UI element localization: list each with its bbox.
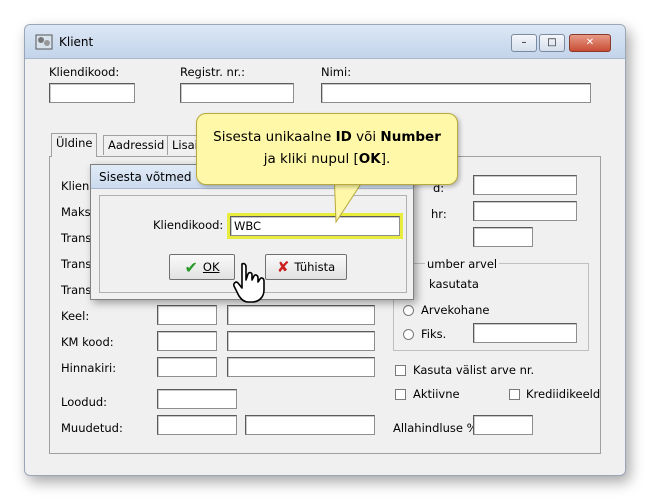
aktiivne-checkbox[interactable] [395, 389, 406, 400]
km-kood-field-2[interactable] [227, 331, 375, 351]
label-trans2: Trans [61, 257, 92, 271]
right-field-1[interactable] [473, 175, 577, 195]
maximize-button[interactable]: □ [539, 34, 565, 52]
kliendikood-field[interactable] [49, 83, 135, 103]
nimi-label: Nimi: [321, 65, 352, 79]
label-maks: Maks [61, 205, 91, 219]
label-klient: Klien [61, 179, 90, 193]
window-titlebar: Klient – □ ✕ [25, 25, 625, 59]
callout-text-3: ja kliki nupul [ [263, 151, 359, 167]
muudetud-field-1[interactable] [157, 415, 237, 435]
hinnakiri-field-2[interactable] [227, 357, 375, 377]
right-label-2: hr: [431, 207, 447, 221]
window-title: Klient [59, 35, 94, 49]
keel-field-1[interactable] [157, 305, 217, 325]
tuhista-button-label: Tühista [294, 260, 336, 274]
kliendikood-label: Kliendikood: [49, 65, 120, 79]
callout-id: ID [335, 129, 352, 145]
radio-arvekohane-label: Arvekohane [421, 303, 490, 317]
allahindluse-field[interactable] [473, 415, 533, 435]
aktiivne-label: Aktiivne [413, 387, 460, 401]
callout-ok: OK [358, 151, 381, 167]
fiks-field[interactable] [473, 323, 577, 343]
tab-lisainfo[interactable]: Lisai [167, 135, 199, 155]
dialog-title: Sisesta võtmed [99, 170, 192, 184]
registr-field[interactable] [180, 83, 294, 103]
instruction-callout: Sisesta unikaalne ID või Number ja kliki… [196, 113, 458, 185]
minimize-button[interactable]: – [511, 34, 537, 52]
callout-line-2: ja kliki nupul [OK]. [197, 148, 457, 170]
hinnakiri-field-1[interactable] [157, 357, 217, 377]
right-field-2[interactable] [473, 201, 577, 221]
muudetud-label: Muudetud: [61, 421, 123, 435]
kasuta-valist-label: Kasuta välist arve nr. [413, 363, 535, 377]
right-field-3[interactable] [473, 227, 533, 247]
nimi-field[interactable] [321, 83, 591, 103]
label-trans1: Trans [61, 231, 92, 245]
callout-number: Number [380, 129, 441, 145]
number-group-title: umber arvel [425, 257, 500, 271]
callout-text-2: või [351, 129, 381, 145]
krediidikeeld-checkbox[interactable] [509, 389, 520, 400]
callout-line-1: Sisesta unikaalne ID või Number [197, 126, 457, 148]
keel-field-2[interactable] [227, 305, 375, 325]
hand-cursor-icon [233, 262, 265, 303]
dialog-kliendikood-label: Kliendikood: [153, 218, 224, 232]
tuhista-button[interactable]: ✘ Tühista [265, 254, 347, 280]
label-trans3: Trans [61, 283, 92, 297]
dialog-kliendikood-value: WBC [234, 219, 262, 233]
ok-button[interactable]: ✔ OK [169, 254, 235, 280]
hinnakiri-label: Hinnakiri: [61, 361, 117, 375]
callout-text-4: ]. [380, 151, 391, 167]
kasuta-valist-checkbox[interactable] [395, 365, 406, 376]
loodud-label: Loodud: [61, 395, 108, 409]
cancel-x-icon: ✘ [276, 258, 290, 276]
callout-text-1: Sisesta unikaalne [213, 129, 336, 145]
radio-kasutata-label: kasutata [429, 277, 479, 291]
close-button[interactable]: ✕ [569, 34, 611, 52]
keel-label: Keel: [61, 309, 90, 323]
ok-button-label: OK [202, 260, 220, 274]
registr-label: Registr. nr.: [180, 65, 246, 79]
radio-fiks-label: Fiks. [421, 327, 447, 341]
radio-arvekohane[interactable] [403, 305, 414, 316]
radio-fiks[interactable] [403, 329, 414, 340]
checkmark-icon: ✔ [184, 257, 198, 277]
km-kood-label: KM kood: [61, 335, 114, 349]
tab-aadressid[interactable]: Aadressid [103, 135, 170, 155]
km-kood-field-1[interactable] [157, 331, 217, 351]
loodud-field[interactable] [157, 389, 237, 409]
app-icon [35, 34, 53, 50]
allahindluse-label: Allahindluse %: [393, 421, 482, 435]
krediidikeeld-label: Krediidikeeld [526, 387, 601, 401]
muudetud-field-2[interactable] [245, 415, 375, 435]
tab-uldine[interactable]: Üldine [51, 133, 98, 157]
